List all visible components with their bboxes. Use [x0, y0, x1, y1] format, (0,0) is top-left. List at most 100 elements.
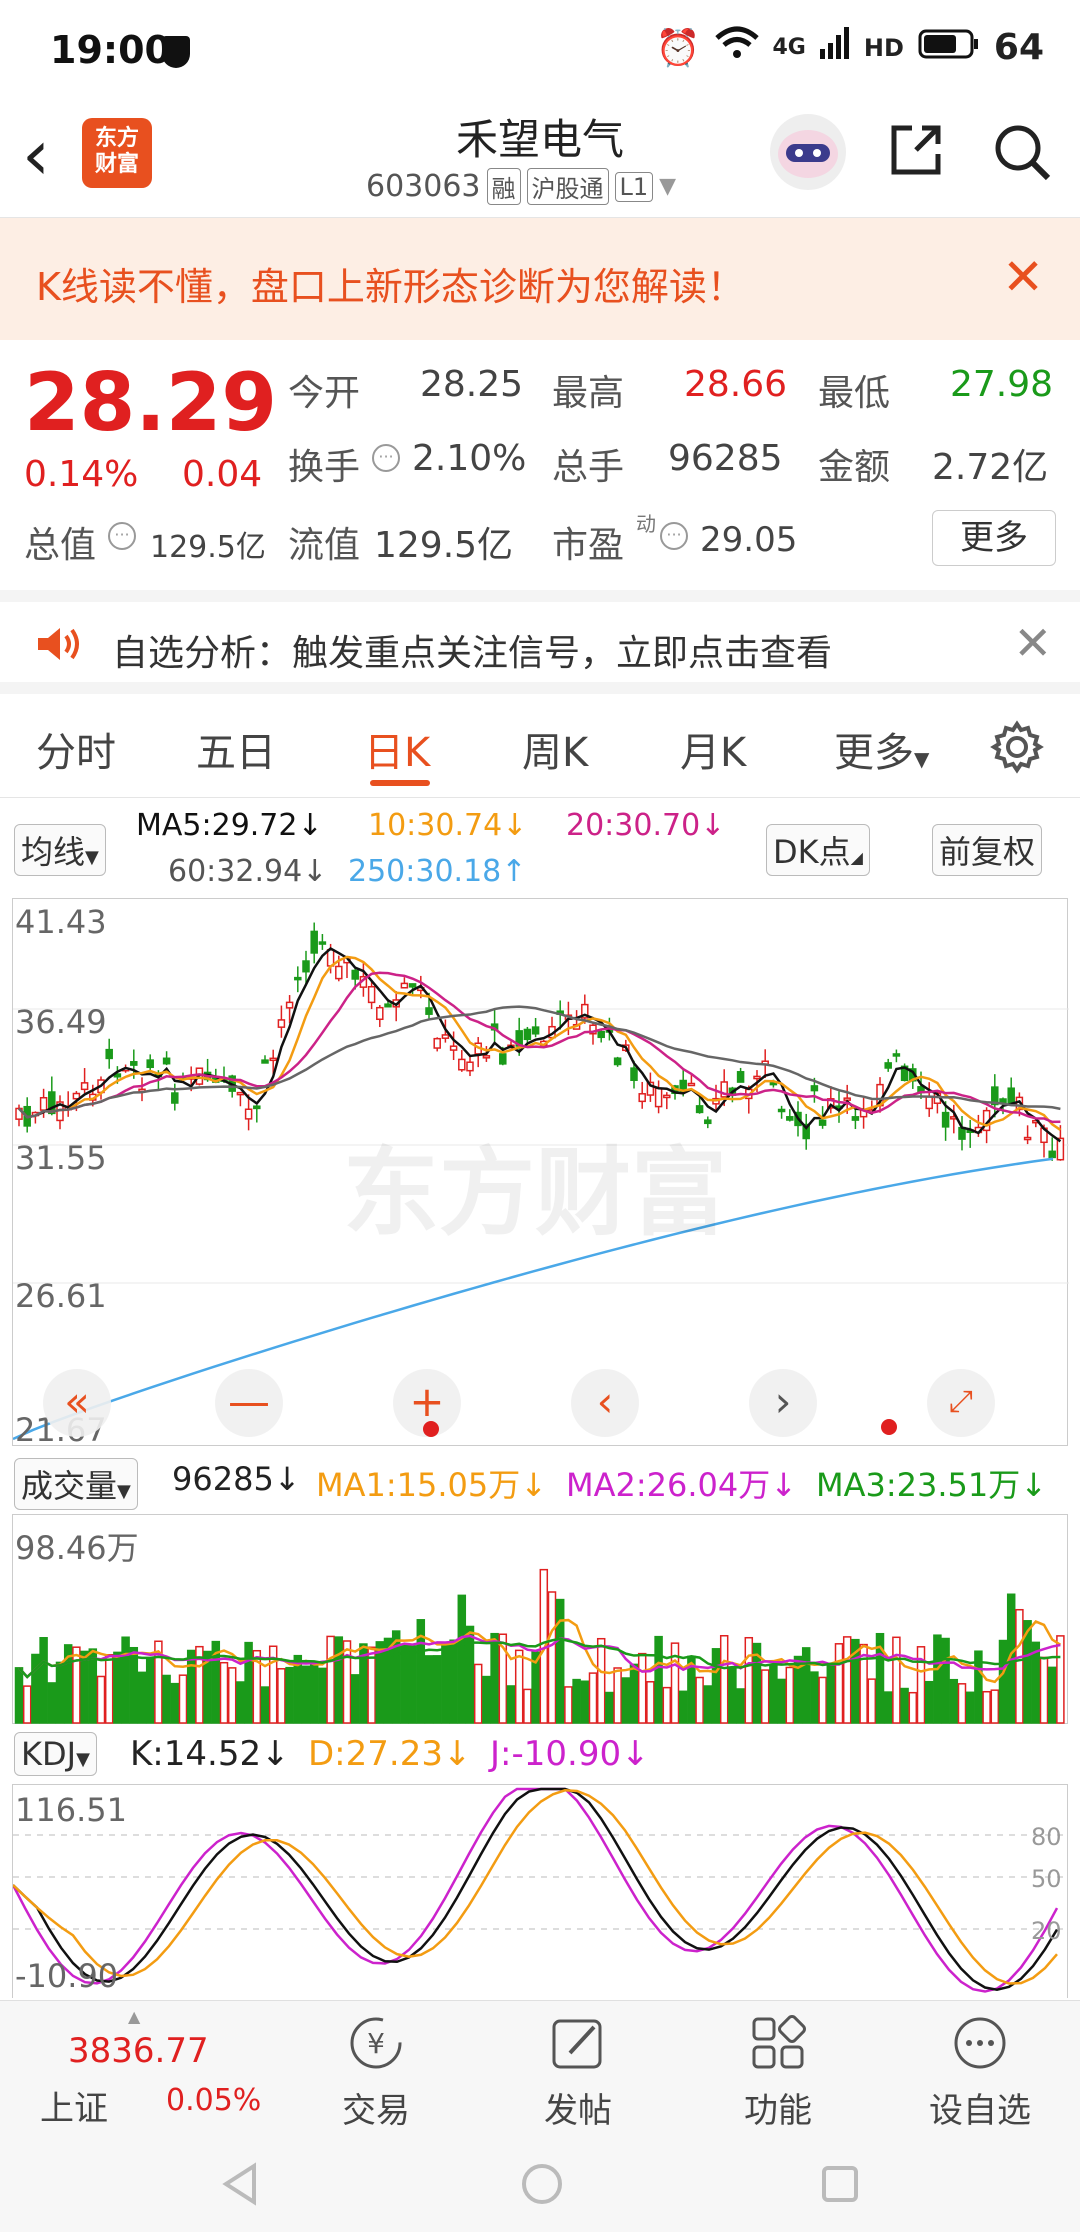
assistant-robot-icon[interactable]	[770, 114, 846, 190]
stock-code-row[interactable]: 603063 融 沪股通 L1 ▼	[366, 168, 676, 205]
volume-bar	[1056, 1635, 1065, 1724]
adjust-button[interactable]: 前复权	[932, 824, 1043, 876]
open-value: 28.25	[420, 364, 524, 405]
nav-function[interactable]: 功能	[708, 2013, 848, 2132]
scroll-right-icon[interactable]: ›	[749, 1369, 817, 1437]
volume-bar	[506, 1685, 516, 1724]
volume-bar	[104, 1654, 114, 1724]
index-value[interactable]: 3836.77	[68, 2031, 209, 2071]
volume-bar	[449, 1639, 458, 1724]
volume-chart[interactable]: 98.46万	[12, 1514, 1068, 1724]
nav-label: 发帖	[544, 2091, 612, 2131]
candle-body	[105, 1048, 113, 1060]
info-icon[interactable]: ···	[108, 522, 136, 550]
ma20-label: 20:30.70↓	[566, 808, 726, 843]
volume-value: 96285	[668, 438, 783, 479]
volume-bar	[834, 1643, 844, 1724]
volume-bar	[842, 1636, 852, 1724]
volume-bar	[473, 1663, 483, 1724]
volume-bar	[96, 1675, 106, 1724]
recents-square-icon[interactable]	[820, 2164, 860, 2208]
volume-bar	[826, 1663, 836, 1724]
candle-body	[843, 1097, 851, 1101]
tab-more[interactable]: 更多▼	[834, 720, 929, 778]
candle-body	[458, 1058, 466, 1071]
share-icon[interactable]	[886, 120, 946, 180]
kdj-chart[interactable]: 116.51 -10.90 80 50 20	[12, 1784, 1069, 1998]
zoom-out-icon[interactable]: —	[215, 1369, 283, 1437]
wifi-icon	[714, 26, 759, 69]
volume-bar	[39, 1637, 48, 1724]
more-button[interactable]: 更多	[932, 510, 1056, 566]
kdj-selector[interactable]: KDJ▼	[14, 1732, 97, 1776]
scroll-left-fast-icon[interactable]: «	[43, 1369, 111, 1437]
volume-bar	[703, 1685, 713, 1724]
close-icon[interactable]: ✕	[1013, 616, 1052, 670]
candle-body	[269, 1057, 277, 1062]
nav-post[interactable]: 发帖	[508, 2013, 648, 2132]
volume-bar	[990, 1689, 1000, 1724]
pe-sup: 动	[636, 512, 656, 536]
candle-body	[654, 1087, 663, 1108]
volume-bar	[982, 1690, 991, 1724]
status-icons: ⏰ 4G HD 64	[656, 26, 1044, 69]
tab-weekly-k[interactable]: 周K	[522, 720, 588, 778]
tab-intraday[interactable]: 分时	[36, 720, 116, 778]
close-icon[interactable]: ✕	[1002, 248, 1044, 306]
candle-body	[244, 1108, 253, 1120]
vol-ma2: MA2:26.04万↓	[566, 1466, 798, 1504]
fullscreen-icon[interactable]: ⤢	[927, 1369, 995, 1437]
index-pct[interactable]: 0.05%	[166, 2083, 261, 2118]
stock-code: 603063	[366, 169, 481, 204]
more-dots-icon	[950, 2013, 1010, 2073]
candle-body	[466, 1061, 474, 1072]
volume-bar	[810, 1671, 819, 1724]
nav-trade[interactable]: ¥ 交易	[306, 2013, 446, 2132]
home-circle-icon[interactable]	[520, 2162, 564, 2210]
chevron-up-icon: ▲	[128, 2007, 141, 2026]
candle-body	[302, 960, 310, 973]
volume-bar	[236, 1681, 245, 1724]
candle-body	[171, 1092, 179, 1104]
candle-body	[663, 1094, 671, 1099]
info-icon[interactable]: ···	[372, 444, 400, 472]
volume-bar	[408, 1645, 417, 1724]
gear-icon[interactable]	[990, 720, 1044, 774]
candle-body	[130, 1061, 138, 1066]
low-label: 最低	[818, 373, 891, 414]
analysis-notice[interactable]: 自选分析：触发重点关注信号，立即点击查看 ✕	[0, 590, 1080, 694]
scroll-left-icon[interactable]: ‹	[571, 1369, 639, 1437]
index-name[interactable]: 上证	[40, 2081, 108, 2130]
status-bar: 19:00 ⏰ 4G HD 64	[0, 0, 1080, 100]
change-value: 0.04	[182, 454, 263, 495]
tab-daily-k[interactable]: 日K	[364, 720, 430, 778]
volume-bar	[400, 1643, 409, 1724]
grid-icon	[748, 2013, 808, 2073]
back-triangle-icon[interactable]	[220, 2162, 260, 2210]
nav-add-watchlist[interactable]: 设自选	[910, 2013, 1050, 2132]
volume-bar	[350, 1674, 360, 1724]
tab-monthly-k[interactable]: 月K	[680, 720, 746, 778]
kline-chart[interactable]: 41.43 36.49 31.55 26.61 21.67 东方财富 « — +…	[12, 898, 1069, 1449]
ma-selector[interactable]: 均线▼	[14, 824, 106, 876]
dk-button[interactable]: DK点◢	[766, 824, 870, 876]
search-icon[interactable]	[990, 120, 1054, 184]
vol-ma1: MA1:15.05万↓	[316, 1466, 548, 1504]
promo-banner[interactable]: K线读不懂，盘口上新形态诊断为您解读！ ✕	[0, 218, 1080, 340]
volume-selector[interactable]: 成交量▼	[14, 1458, 138, 1510]
axis-label: 116.51	[15, 1791, 127, 1829]
ma-legend: 均线▼ MA5:29.72↓ 10:30.74↓ 20:30.70↓ 60:32…	[0, 800, 1080, 890]
volume-bar	[113, 1651, 122, 1724]
volume-bar	[88, 1648, 98, 1724]
volume-bar	[342, 1640, 352, 1724]
candle-body	[253, 1105, 261, 1110]
tag-margin: 融	[486, 168, 521, 205]
nav-label: 交易	[342, 2091, 410, 2131]
status-time: 19:00	[50, 28, 171, 72]
kdj-d-line	[13, 1789, 1058, 1985]
signal-icon: 4G	[772, 35, 806, 60]
tab-five-day[interactable]: 五日	[196, 720, 276, 778]
candle-body	[695, 1105, 704, 1114]
info-icon[interactable]: ···	[660, 522, 688, 550]
axis-label: -10.90	[15, 1957, 119, 1995]
